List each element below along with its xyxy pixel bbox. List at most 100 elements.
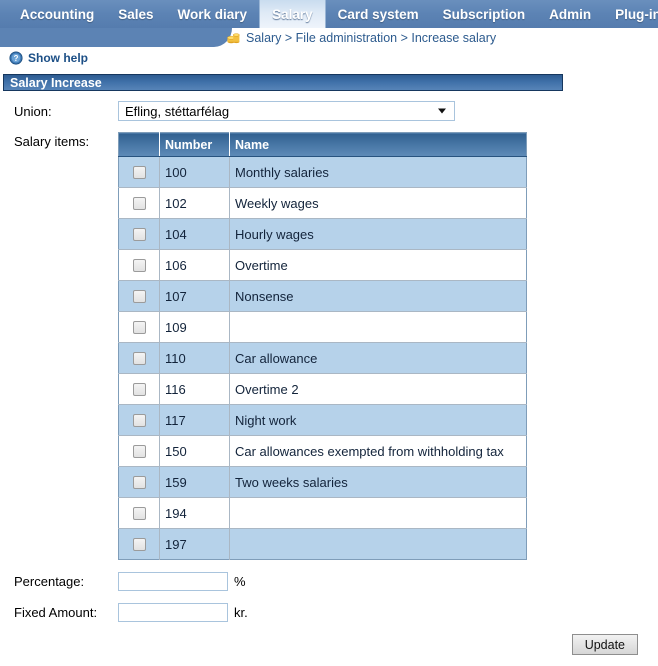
row-checkbox[interactable] [132,196,146,210]
row-checkbox[interactable] [132,413,146,427]
nav-item-sales[interactable]: Sales [106,0,165,28]
svg-text:?: ? [14,54,19,63]
show-help-label[interactable]: Show help [28,51,88,65]
row-checkbox-cell[interactable] [118,435,160,467]
nav-item-plug-ins[interactable]: Plug-ins [603,0,658,28]
table-row[interactable]: 102 Weekly wages [118,187,527,219]
row-checkbox-cell[interactable] [118,373,160,405]
main-navigation: Accounting Sales Work diary Salary Card … [0,0,658,28]
row-number: 117 [159,404,230,436]
row-checkbox-cell[interactable] [118,249,160,281]
fixed-amount-suffix: kr. [234,605,248,620]
nav-item-label: Sales [118,6,154,22]
salary-items-tbody: 100 Monthly salaries 102 Weekly wages 104 Hou… [118,156,527,560]
row-checkbox[interactable] [132,320,146,334]
table-row[interactable]: 110 Car allowance [118,342,527,374]
row-checkbox-cell[interactable] [118,187,160,219]
row-name: Weekly wages [229,187,527,219]
breadcrumb-text: Salary > File administration > Increase … [246,30,497,45]
coin-stack-icon [226,30,241,45]
row-checkbox-cell[interactable] [118,280,160,312]
salary-items-row: Salary items: Number Name 100 Monthly sal… [14,132,658,560]
table-header-row: Number Name [118,132,527,157]
row-number: 110 [159,342,230,374]
row-number: 109 [159,311,230,343]
row-checkbox[interactable] [132,289,146,303]
row-checkbox-cell[interactable] [118,528,160,560]
nav-item-admin[interactable]: Admin [537,0,603,28]
row-checkbox[interactable] [132,506,146,520]
percentage-input[interactable] [118,572,228,591]
union-select-value: Efling, stéttarfélag [125,103,230,119]
row-name: Two weeks salaries [229,466,527,498]
row-checkbox[interactable] [132,227,146,241]
row-checkbox[interactable] [132,351,146,365]
fixed-amount-label: Fixed Amount: [14,605,98,620]
row-name: Overtime [229,249,527,281]
table-row[interactable]: 159 Two weeks salaries [118,466,527,498]
column-header-name: Name [229,132,527,157]
table-row[interactable]: 150 Car allowances exempted from withhold… [118,435,527,467]
column-header-number: Number [159,132,230,157]
nav-item-work-diary[interactable]: Work diary [166,0,260,28]
row-checkbox-cell[interactable] [118,466,160,498]
nav-item-card-system[interactable]: Card system [326,0,431,28]
union-row: Union: Efling, stéttarfélag [14,101,658,121]
nav-item-subscription[interactable]: Subscription [431,0,538,28]
nav-item-salary[interactable]: Salary [259,0,326,28]
row-checkbox-cell[interactable] [118,404,160,436]
row-number: 150 [159,435,230,467]
row-name: Car allowance [229,342,527,374]
salary-items-table: Number Name 100 Monthly salaries 102 Weekly… [118,132,527,560]
row-checkbox-cell[interactable] [118,218,160,250]
table-row[interactable]: 109 [118,311,527,343]
row-checkbox[interactable] [132,444,146,458]
row-name: Nonsense [229,280,527,312]
row-number: 102 [159,187,230,219]
salary-increase-form: Union: Efling, stéttarfélag Salary items… [0,101,658,655]
percentage-row: Percentage: % [14,572,658,591]
nav-item-label: Admin [549,6,592,22]
row-number: 104 [159,218,230,250]
table-row[interactable]: 104 Hourly wages [118,218,527,250]
row-checkbox[interactable] [132,382,146,396]
row-number: 107 [159,280,230,312]
question-mark-icon: ? [9,51,23,65]
row-checkbox-cell[interactable] [118,156,160,188]
breadcrumb: Salary > File administration > Increase … [0,28,658,47]
row-name [229,311,527,343]
row-checkbox[interactable] [132,165,146,179]
chevron-down-icon [438,108,446,114]
table-row[interactable]: 194 [118,497,527,529]
union-select[interactable]: Efling, stéttarfélag [118,101,455,121]
fixed-amount-input[interactable] [118,603,228,622]
table-row[interactable]: 100 Monthly salaries [118,156,527,188]
table-row[interactable]: 106 Overtime [118,249,527,281]
row-checkbox[interactable] [132,537,146,551]
row-name: Night work [229,404,527,436]
salary-items-label: Salary items: [14,134,90,149]
show-help-row[interactable]: ? Show help [0,47,658,69]
row-name [229,497,527,529]
row-name [229,528,527,560]
nav-item-label: Salary [272,6,313,22]
row-checkbox[interactable] [132,258,146,272]
table-row[interactable]: 197 [118,528,527,560]
page-title-text: Salary Increase [10,75,102,90]
row-name: Overtime 2 [229,373,527,405]
row-checkbox-cell[interactable] [118,311,160,343]
row-number: 100 [159,156,230,188]
page-title: Salary Increase [3,74,563,91]
table-row[interactable]: 117 Night work [118,404,527,436]
nav-item-label: Work diary [177,6,248,22]
row-name: Hourly wages [229,218,527,250]
table-row[interactable]: 116 Overtime 2 [118,373,527,405]
row-checkbox-cell[interactable] [118,342,160,374]
nav-item-accounting[interactable]: Accounting [8,0,106,28]
table-row[interactable]: 107 Nonsense [118,280,527,312]
update-button[interactable]: Update [571,634,638,655]
row-name: Monthly salaries [229,156,527,188]
percentage-suffix: % [234,574,246,589]
row-checkbox-cell[interactable] [118,497,160,529]
row-checkbox[interactable] [132,475,146,489]
